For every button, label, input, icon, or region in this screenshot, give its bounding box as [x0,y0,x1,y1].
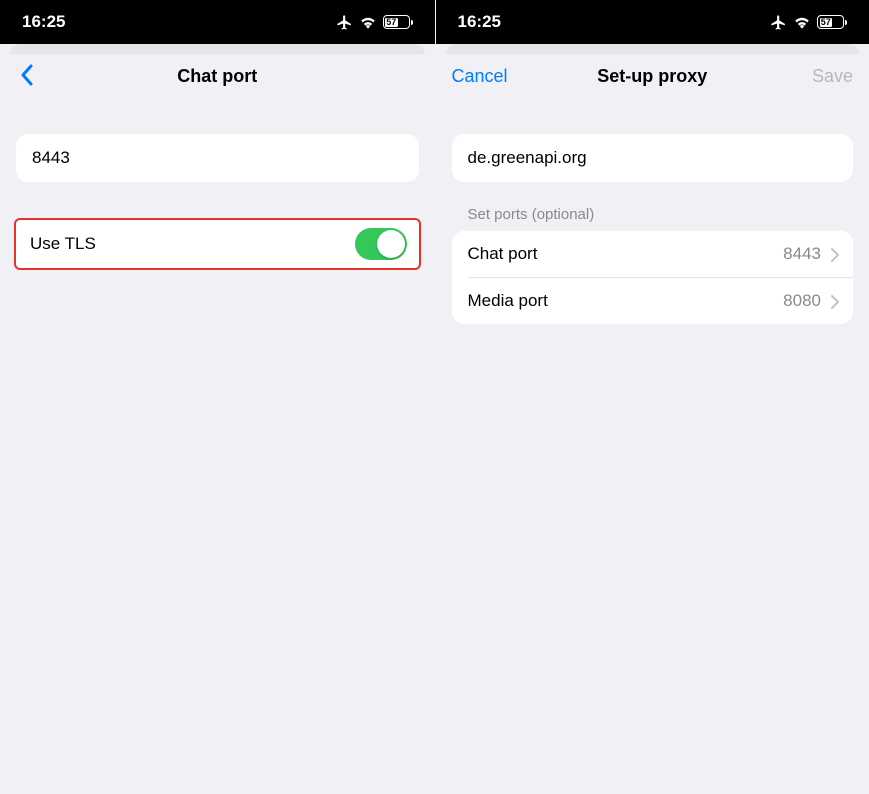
use-tls-toggle[interactable] [355,228,407,260]
cancel-button[interactable]: Cancel [452,66,512,87]
wifi-icon [793,15,811,29]
ports-group: Chat port 8443 Media port 8080 [452,231,854,324]
proxy-host-input[interactable]: de.greenapi.org [452,134,854,182]
status-right: 57 [336,14,413,31]
chat-port-value: 8443 [783,244,821,264]
status-right: 57 [770,14,847,31]
sheet-handle [10,44,425,54]
port-input[interactable]: 8443 [16,134,419,182]
chevron-right-icon [831,247,839,261]
save-button[interactable]: Save [793,66,853,87]
media-port-value: 8080 [783,291,821,311]
navbar: Chat port [0,54,435,98]
status-time: 16:25 [458,12,501,32]
chat-port-row[interactable]: Chat port 8443 [452,231,854,277]
sheet-handle [446,44,860,54]
status-time: 16:25 [22,12,65,32]
content-right: de.greenapi.org Set ports (optional) Cha… [436,98,869,324]
wifi-icon [359,15,377,29]
content-left: 8443 Use TLS [0,98,435,270]
back-button[interactable] [16,61,76,91]
media-port-label: Media port [468,291,548,311]
battery-icon: 57 [383,15,413,29]
media-port-row[interactable]: Media port 8080 [452,278,854,324]
airplane-icon [770,14,787,31]
chevron-right-icon [831,294,839,308]
phone-left: 16:25 57 Chat port 8443 Use TLS [0,0,435,794]
phone-right: 16:25 57 Cancel Set-up proxy Save de.gre… [435,0,869,794]
airplane-icon [336,14,353,31]
statusbar: 16:25 57 [0,0,435,44]
chat-port-label: Chat port [468,244,538,264]
navbar: Cancel Set-up proxy Save [436,54,869,98]
use-tls-row[interactable]: Use TLS [14,218,421,270]
battery-pct: 57 [385,18,398,27]
use-tls-label: Use TLS [30,234,96,254]
toggle-knob [377,230,405,258]
statusbar: 16:25 57 [436,0,869,44]
section-header-ports: Set ports (optional) [452,206,854,231]
battery-icon: 57 [817,15,847,29]
battery-pct: 57 [820,18,833,27]
chevron-left-icon [16,61,36,89]
